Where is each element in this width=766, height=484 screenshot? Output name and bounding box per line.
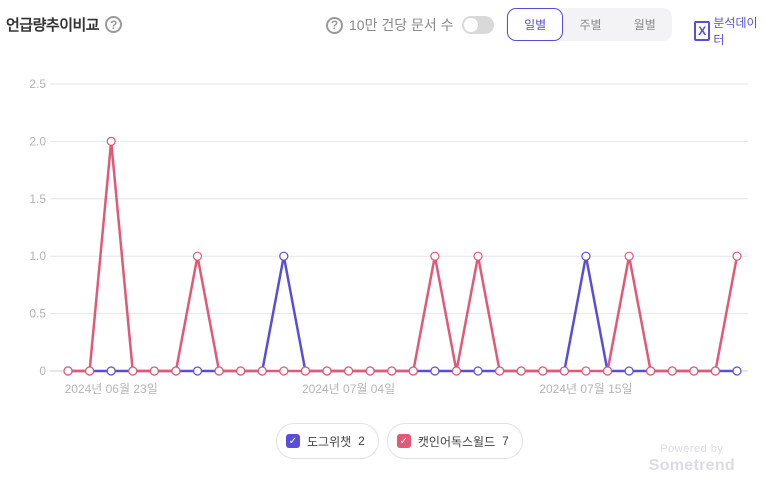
data-point — [473, 366, 483, 376]
data-point — [365, 366, 375, 376]
data-point — [710, 366, 721, 376]
data-point — [646, 366, 656, 376]
legend-label: 도그위챗 — [307, 434, 352, 449]
legend-item-dogwechat[interactable]: ✓ 도그위챗 2 — [276, 423, 379, 459]
data-point — [451, 366, 462, 376]
checkbox-icon: ✓ — [286, 434, 300, 448]
legend-label: 캣인어독스윌드 — [417, 434, 496, 449]
data-point — [300, 366, 310, 376]
data-point — [430, 251, 440, 261]
data-point — [538, 366, 548, 376]
chart-legend: ✓ 도그위챗 2 ✓ 캣인어독스윌드 7 — [276, 423, 523, 459]
data-point — [322, 366, 332, 376]
data-point — [279, 251, 289, 261]
data-point — [689, 366, 699, 376]
data-point — [171, 366, 181, 376]
data-point — [602, 366, 613, 376]
x-tick-label: 2024년 07월 04일 — [302, 382, 395, 396]
data-point — [473, 251, 483, 261]
powered-by-watermark: Powered by Sometrend — [649, 443, 735, 475]
y-tick-label: 1.0 — [29, 249, 46, 263]
data-point — [257, 366, 267, 376]
data-point — [106, 366, 116, 376]
y-tick-label: 1.5 — [29, 192, 46, 206]
checkbox-icon: ✓ — [396, 434, 411, 448]
data-point — [667, 366, 677, 376]
data-point — [408, 366, 418, 376]
data-point — [214, 366, 224, 376]
data-point — [387, 366, 397, 376]
data-point — [624, 251, 634, 261]
data-point — [343, 366, 354, 376]
y-tick-label: 0.5 — [29, 307, 46, 321]
data-point — [106, 136, 116, 146]
line-chart: 0 0.5 1.0 1.5 2.0 2.5 2024년 06월 23일 2024년 07월 0… — [29, 77, 748, 396]
legend-count: 7 — [502, 434, 509, 448]
data-point — [559, 366, 569, 376]
data-point — [192, 366, 203, 376]
data-point — [128, 366, 138, 376]
y-tick-label: 2.5 — [29, 77, 46, 91]
x-tick-label: 2024년 06월 23일 — [65, 382, 158, 396]
y-tick-label: 2.0 — [29, 134, 46, 148]
data-point — [624, 366, 634, 376]
data-point — [84, 366, 95, 376]
brand-logo: Sometrend — [648, 457, 735, 474]
data-point — [430, 366, 440, 376]
y-tick-label: 0 — [39, 364, 46, 378]
legend-count: 2 — [358, 434, 365, 448]
x-tick-label: 2024년 07월 15일 — [539, 382, 632, 396]
data-point — [63, 366, 73, 376]
data-point — [581, 251, 591, 261]
data-point — [732, 251, 742, 261]
data-point — [516, 366, 526, 376]
data-point — [192, 251, 203, 261]
data-point — [236, 366, 246, 376]
data-point — [279, 366, 289, 376]
legend-item-catindogsworld[interactable]: ✓ 캣인어독스윌드 7 — [386, 423, 523, 459]
data-point — [581, 366, 591, 376]
powered-by-text: Powered by — [660, 443, 724, 455]
data-point — [149, 366, 159, 376]
data-point — [732, 366, 742, 376]
data-point — [495, 366, 505, 376]
